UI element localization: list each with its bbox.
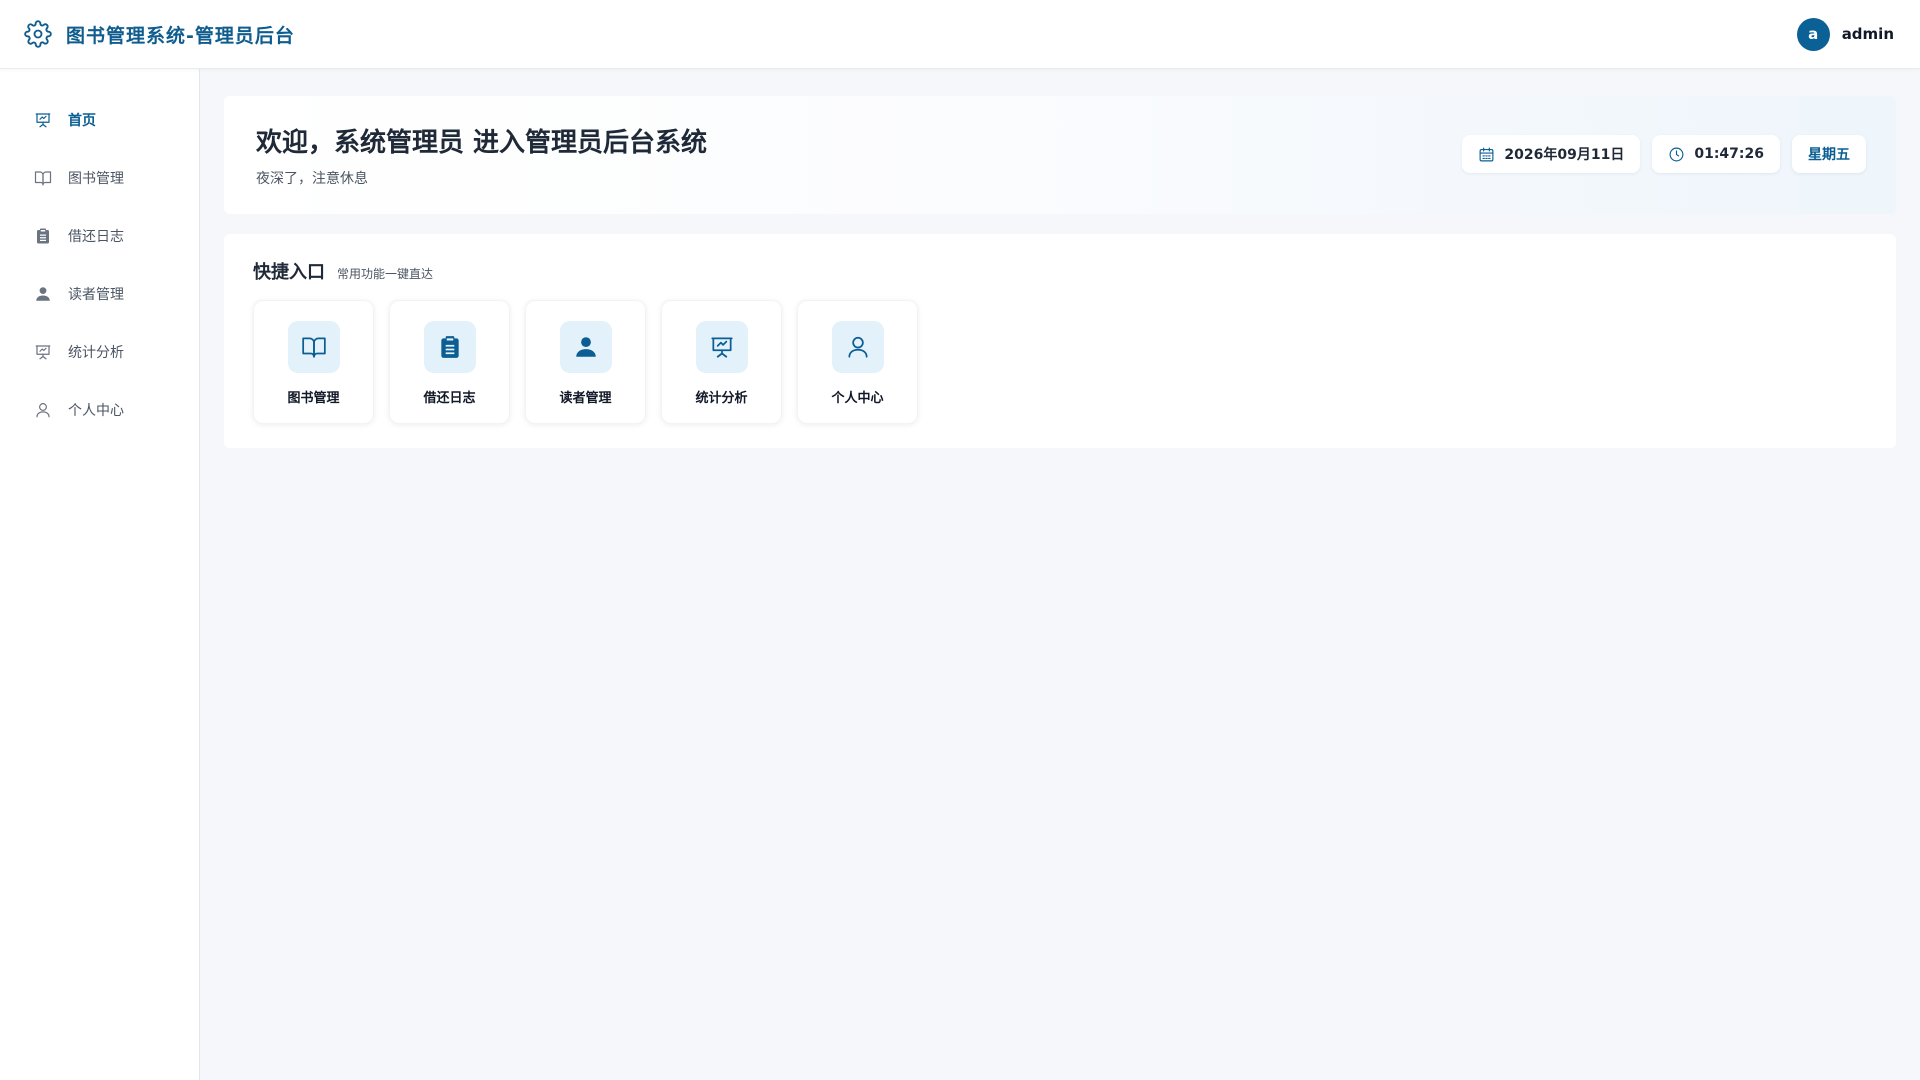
book-open-icon: [287, 321, 340, 373]
sidebar-item-readers[interactable]: 读者管理: [0, 265, 199, 323]
user-filled-icon: [559, 321, 612, 373]
clock-icon: [1668, 146, 1685, 163]
welcome-banner: 欢迎，系统管理员 进入管理员后台系统 夜深了，注意休息 2026年09月11日 …: [224, 96, 1896, 214]
quick-card-label: 借还日志: [423, 391, 476, 406]
quick-card-profile[interactable]: 个人中心: [797, 300, 918, 424]
clipboard-icon: [34, 227, 52, 245]
quick-card-label: 统计分析: [695, 391, 748, 406]
avatar[interactable]: a: [1796, 17, 1830, 51]
user-filled-icon: [34, 285, 52, 303]
quick-access-title: 快捷入口: [253, 262, 325, 283]
gear-icon: [24, 20, 52, 48]
sidebar-item-home[interactable]: 首页: [0, 91, 199, 149]
welcome-title: 欢迎，系统管理员 进入管理员后台系统: [256, 128, 708, 158]
user-outline-icon: [34, 401, 52, 419]
clipboard-icon: [423, 321, 476, 373]
presentation-chart-icon: [34, 111, 52, 129]
quick-card-label: 个人中心: [831, 391, 884, 406]
user-menu[interactable]: a admin: [1796, 17, 1894, 51]
sidebar-item-statistics[interactable]: 统计分析: [0, 323, 199, 381]
quick-access-header: 快捷入口 常用功能一键直达: [253, 258, 433, 284]
sidebar-item-label: 借还日志: [68, 229, 124, 245]
app-title: 图书管理系统-管理员后台: [66, 24, 295, 47]
quick-access-cards: 图书管理 借还日志 读者管理 统计分析 个人中心: [253, 300, 918, 424]
weekday-text: 星期五: [1808, 147, 1850, 163]
sidebar-item-profile[interactable]: 个人中心: [0, 381, 199, 439]
time-text: 01:47:26: [1694, 146, 1764, 162]
quick-card-label: 读者管理: [559, 391, 612, 406]
quick-card-readers[interactable]: 读者管理: [525, 300, 646, 424]
top-header: 图书管理系统-管理员后台 a admin: [0, 0, 1920, 69]
sidebar: 首页 图书管理 借还日志 读者管理 统计分析 个人中心: [0, 69, 200, 1080]
brand[interactable]: 图书管理系统-管理员后台: [24, 20, 295, 48]
quick-card-borrow-log[interactable]: 借还日志: [389, 300, 510, 424]
welcome-subtitle: 夜深了，注意休息: [256, 171, 368, 187]
user-outline-icon: [831, 321, 884, 373]
presentation-chart-icon: [34, 343, 52, 361]
calendar-icon: [1478, 146, 1495, 163]
sidebar-item-label: 个人中心: [68, 403, 124, 419]
quick-card-books[interactable]: 图书管理: [253, 300, 374, 424]
quick-card-label: 图书管理: [287, 391, 340, 406]
sidebar-item-label: 统计分析: [68, 345, 124, 361]
book-open-icon: [34, 169, 52, 187]
username[interactable]: admin: [1842, 25, 1894, 43]
date-text: 2026年09月11日: [1504, 147, 1625, 163]
sidebar-item-books[interactable]: 图书管理: [0, 149, 199, 207]
weekday-chip: 星期五: [1792, 135, 1866, 173]
quick-access-subtitle: 常用功能一键直达: [337, 267, 434, 281]
sidebar-item-label: 首页: [68, 113, 96, 129]
quick-card-statistics[interactable]: 统计分析: [661, 300, 782, 424]
sidebar-item-label: 读者管理: [68, 287, 124, 303]
sidebar-item-label: 图书管理: [68, 171, 124, 187]
sidebar-item-borrow-log[interactable]: 借还日志: [0, 207, 199, 265]
presentation-chart-icon: [695, 321, 748, 373]
time-chip: 01:47:26: [1652, 135, 1780, 173]
datetime-chips: 2026年09月11日 01:47:26 星期五: [1462, 135, 1866, 173]
quick-access-panel: 快捷入口 常用功能一键直达 图书管理 借还日志 读者管理 统计分析 个人中心: [224, 234, 1896, 448]
date-chip: 2026年09月11日: [1462, 135, 1641, 173]
